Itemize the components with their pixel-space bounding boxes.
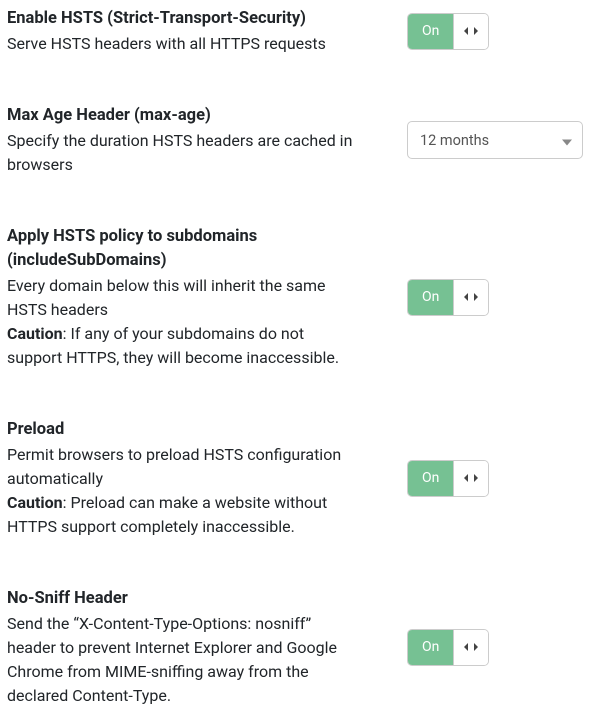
toggle-on-label: On (408, 14, 454, 49)
setting-caution: Caution: If any of your subdomains do no… (7, 322, 359, 370)
setting-text: No-Sniff Header Send the “X-Content-Type… (7, 587, 383, 708)
toggle-off-side (454, 630, 488, 665)
setting-desc: Serve HSTS headers with all HTTPS reques… (7, 32, 359, 56)
chevron-down-icon (562, 131, 572, 150)
hsts-toggle[interactable]: On (407, 13, 489, 50)
setting-control: 12 months (383, 121, 583, 159)
caution-label: Caution (7, 324, 63, 343)
setting-desc: Every domain below this will inherit the… (7, 274, 359, 322)
toggle-off-side (454, 14, 488, 49)
setting-text: Preload Permit browsers to preload HSTS … (7, 418, 383, 539)
arrows-horizontal-icon (463, 291, 479, 303)
arrows-horizontal-icon (463, 25, 479, 37)
setting-title: Max Age Header (max-age) (7, 104, 359, 129)
toggle-off-side (454, 461, 488, 496)
setting-control: On (383, 13, 583, 50)
toggle-off-side (454, 280, 488, 315)
setting-text: Enable HSTS (Strict-Transport-Security) … (7, 7, 383, 56)
select-value: 12 months (408, 122, 582, 158)
arrows-horizontal-icon (463, 641, 479, 653)
setting-desc: Permit browsers to preload HSTS configur… (7, 443, 359, 491)
setting-text: Max Age Header (max-age) Specify the dur… (7, 104, 383, 177)
setting-desc: Specify the duration HSTS headers are ca… (7, 129, 359, 177)
setting-control: On (383, 629, 583, 666)
nosniff-toggle[interactable]: On (407, 629, 489, 666)
setting-title: Apply HSTS policy to subdomains (include… (7, 225, 359, 275)
setting-no-sniff: No-Sniff Header Send the “X-Content-Type… (7, 587, 583, 716)
setting-max-age: Max Age Header (max-age) Specify the dur… (7, 104, 583, 225)
setting-title: No-Sniff Header (7, 587, 359, 612)
subdomains-toggle[interactable]: On (407, 279, 489, 316)
preload-toggle[interactable]: On (407, 460, 489, 497)
max-age-select[interactable]: 12 months (407, 121, 583, 159)
setting-enable-hsts: Enable HSTS (Strict-Transport-Security) … (7, 7, 583, 104)
setting-control: On (383, 279, 583, 316)
setting-control: On (383, 460, 583, 497)
setting-title: Enable HSTS (Strict-Transport-Security) (7, 7, 359, 32)
setting-title: Preload (7, 418, 359, 443)
toggle-on-label: On (408, 630, 454, 665)
toggle-on-label: On (408, 280, 454, 315)
caution-label: Caution (7, 493, 63, 512)
arrows-horizontal-icon (463, 472, 479, 484)
setting-text: Apply HSTS policy to subdomains (include… (7, 225, 383, 371)
setting-include-subdomains: Apply HSTS policy to subdomains (include… (7, 225, 583, 419)
setting-desc: Send the “X-Content-Type-Options: nosnif… (7, 612, 359, 708)
toggle-on-label: On (408, 461, 454, 496)
setting-preload: Preload Permit browsers to preload HSTS … (7, 418, 583, 587)
setting-caution: Caution: Preload can make a website with… (7, 491, 359, 539)
